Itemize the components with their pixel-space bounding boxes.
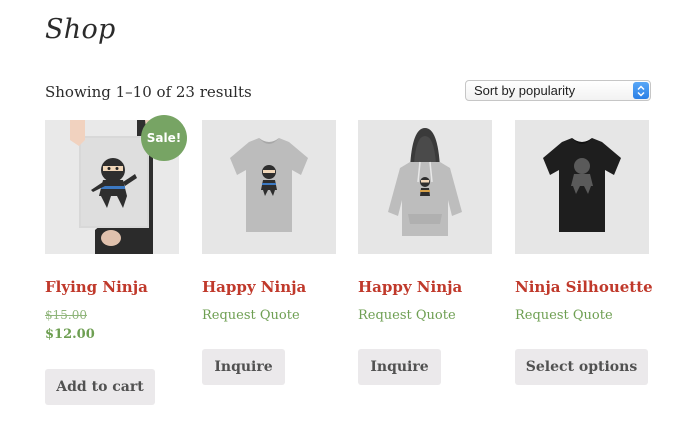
product-title[interactable]: Happy Ninja (202, 278, 306, 296)
product-image-grey-tshirt[interactable] (202, 120, 336, 254)
product-card: Happy Ninja Request Quote (358, 120, 492, 323)
request-quote-text: Request Quote (515, 308, 613, 323)
inquire-button[interactable]: Inquire (358, 349, 441, 385)
result-count: Showing 1–10 of 23 results (45, 83, 252, 101)
select-options-button[interactable]: Select options (515, 349, 648, 385)
product-title[interactable]: Flying Ninja (45, 278, 148, 296)
product-title[interactable]: Ninja Silhouette (515, 278, 653, 296)
product-image-black-tshirt[interactable] (515, 120, 649, 254)
page-title: Shop (45, 14, 116, 45)
product-sale-price: $12.00 (45, 327, 95, 342)
product-card: Happy Ninja Request Quote (202, 120, 336, 323)
sort-select-value: Sort by popularity (474, 83, 576, 98)
request-quote-text: Request Quote (202, 308, 300, 323)
select-arrows-icon (633, 82, 649, 99)
request-quote-text: Request Quote (358, 308, 456, 323)
inquire-button[interactable]: Inquire (202, 349, 285, 385)
product-old-price: $15.00 (45, 308, 87, 322)
sort-select[interactable]: Sort by popularity (465, 80, 651, 101)
add-to-cart-button[interactable]: Add to cart (45, 369, 155, 405)
sale-badge: Sale! (141, 115, 187, 161)
product-image-grey-hoodie[interactable] (358, 120, 492, 254)
product-title[interactable]: Happy Ninja (358, 278, 462, 296)
product-card: Ninja Silhouette Request Quote (515, 120, 653, 323)
